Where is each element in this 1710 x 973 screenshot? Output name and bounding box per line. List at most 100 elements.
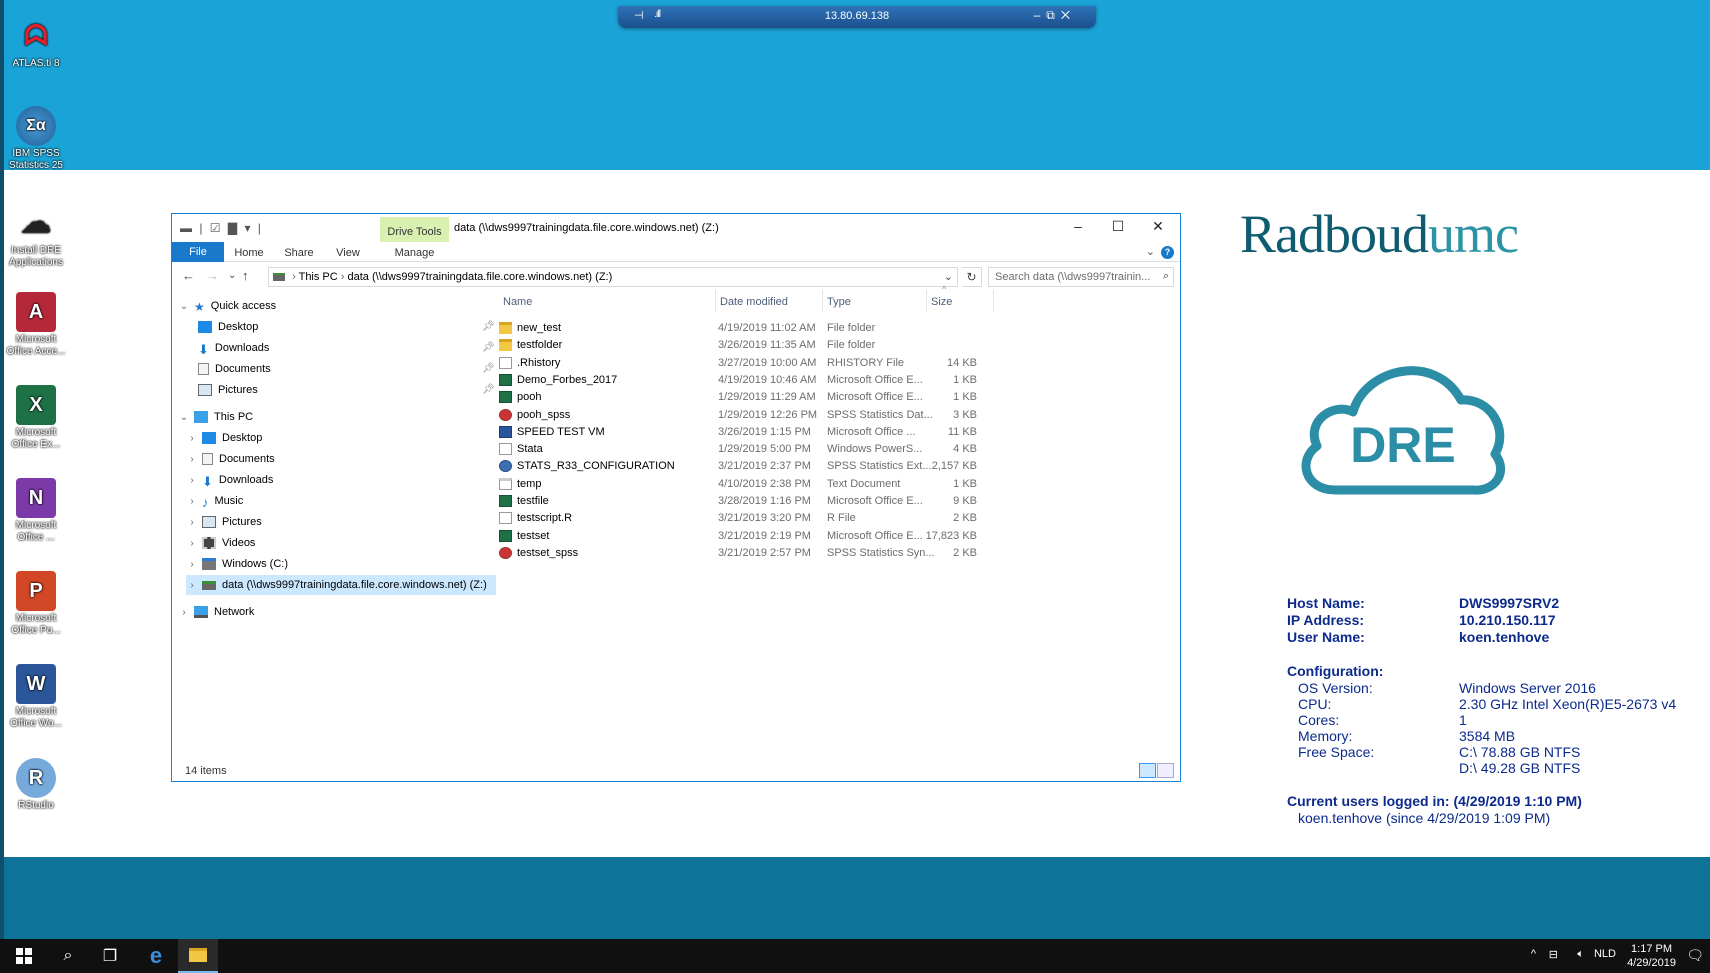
desktop-icon-atlas-ti[interactable]: ᗣ ATLAS.ti 8 — [0, 16, 72, 70]
file-row[interactable]: STATS_R33_CONFIGURATION 3/21/2019 2:37 PM… — [499, 457, 1019, 476]
desktop-icon-onenote[interactable]: N Microsoft Office ... — [0, 478, 72, 544]
file-row[interactable]: testfolder 3/26/2019 11:35 AM File folder — [499, 336, 1019, 355]
address-dropdown-icon[interactable]: ⌄ — [944, 270, 953, 283]
file-row[interactable]: .Rhistory 3/27/2019 10:00 AM RHISTORY File… — [499, 354, 1019, 373]
nav-pc-music[interactable]: › ♪ Music — [186, 491, 243, 511]
nav-quick-downloads[interactable]: ⬇ Downloads — [194, 338, 269, 358]
status-item-count: 14 items — [185, 765, 227, 777]
chevron-right-icon[interactable]: › — [186, 475, 198, 486]
file-row[interactable]: SPEED TEST VM 3/26/2019 1:15 PM Microsoft … — [499, 423, 1019, 442]
maximize-button[interactable]: ☐ — [1098, 218, 1138, 238]
tab-manage[interactable]: Manage — [380, 244, 449, 262]
tab-home[interactable]: Home — [226, 244, 272, 262]
title-bar[interactable]: ▬ | ☑ ▇ ▾ | Drive Tools data (\\dws9997t… — [172, 214, 1180, 242]
nav-quick-desktop[interactable]: Desktop — [194, 317, 258, 337]
volume-icon[interactable]: 🔈︎ — [1577, 948, 1584, 961]
action-center-icon[interactable]: 🗨︎ — [1686, 947, 1704, 964]
file-date-modified: 1/29/2019 5:00 PM — [718, 443, 811, 456]
quick-access-toolbar[interactable]: ▬ | ☑ ▇ ▾ | — [180, 221, 263, 235]
nav-pc-downloads[interactable]: › ⬇ Downloads — [186, 470, 273, 490]
file-name: new_test — [517, 322, 562, 334]
large-icons-view-button[interactable] — [1157, 763, 1174, 778]
file-row[interactable]: testfile 3/28/2019 1:16 PM Microsoft Offic… — [499, 492, 1019, 511]
pin-icon[interactable]: 📌︎ — [482, 342, 495, 353]
desktop-icon-excel[interactable]: X Microsoft Office Ex... — [0, 385, 72, 451]
nav-quick-documents[interactable]: Documents — [194, 359, 271, 379]
desktop-icon-install-dre[interactable]: ☁ Install DRE Applications — [0, 203, 72, 269]
search-button[interactable]: ⌕ — [48, 939, 88, 973]
nav-pc-documents[interactable]: › Documents — [186, 449, 275, 469]
nav-quick-pictures[interactable]: Pictures — [194, 380, 258, 400]
column-header-type[interactable]: Type — [823, 290, 927, 312]
start-button[interactable] — [4, 939, 44, 973]
rdp-window-controls[interactable]: –​⧉​✕ — [1034, 8, 1076, 23]
pin-icon[interactable]: 📌︎ — [482, 321, 495, 332]
file-row[interactable]: Stata 1/29/2019 5:00 PM Windows PowerS... 4… — [499, 440, 1019, 459]
up-button[interactable]: ↑ — [242, 268, 249, 283]
input-language[interactable]: NLD — [1594, 948, 1616, 960]
chevron-right-icon[interactable]: › — [186, 433, 198, 444]
tab-view[interactable]: View — [326, 244, 370, 262]
show-hidden-icons-icon[interactable]: ^ — [1531, 948, 1536, 960]
nav-network[interactable]: › Network — [178, 602, 254, 622]
nav-pc-windows-c[interactable]: › Windows (C:) — [186, 554, 288, 574]
search-placeholder: Search data (\\dws9997trainin... — [995, 271, 1151, 283]
tab-share[interactable]: Share — [274, 244, 324, 262]
file-row[interactable]: testset_spss 3/21/2019 2:57 PM SPSS Statis… — [499, 544, 1019, 563]
pin-icon[interactable]: 📌︎ — [482, 363, 495, 374]
chevron-down-icon[interactable]: ⌄ — [178, 301, 190, 312]
host-name-value: DWS9997SRV2 — [1459, 595, 1560, 611]
minimize-button[interactable]: – — [1058, 218, 1098, 238]
file-size: 2,157 KB — [931, 460, 977, 473]
file-row[interactable]: new_test 4/19/2019 11:02 AM File folder — [499, 319, 1019, 338]
forward-button[interactable]: → — [206, 268, 219, 283]
expand-ribbon-icon[interactable]: ⌄ — [1146, 246, 1155, 258]
column-header-date-modified[interactable]: Date modified — [716, 290, 823, 312]
column-header-name[interactable]: Name — [499, 290, 716, 312]
desktop-icon-word[interactable]: W Microsoft Office Wo... — [0, 664, 72, 730]
tab-file[interactable]: File — [172, 242, 224, 262]
column-header-size[interactable]: Size — [927, 290, 994, 312]
file-row[interactable]: Demo_Forbes_2017 4/19/2019 10:46 AM Micros… — [499, 371, 1019, 390]
file-row[interactable]: pooh_spss 1/29/2019 12:26 PM SPSS Statisti… — [499, 406, 1019, 425]
nav-this-pc[interactable]: ⌄ This PC — [178, 407, 253, 427]
free-space-d-value: D:\ 49.28 GB NTFS — [1459, 760, 1581, 776]
network-status-icon[interactable]: ⊟ — [1549, 948, 1558, 961]
nav-pc-desktop[interactable]: › Desktop — [186, 428, 262, 448]
back-button[interactable]: ← — [182, 268, 195, 283]
file-row[interactable]: testscript.R 3/21/2019 3:20 PM R File 2 KB — [499, 509, 1019, 528]
file-row[interactable]: pooh 1/29/2019 11:29 AM Microsoft Office E… — [499, 388, 1019, 407]
chevron-right-icon[interactable]: › — [186, 496, 198, 507]
system-clock[interactable]: 1:17 PM 4/29/2019 — [1627, 942, 1676, 970]
chevron-right-icon[interactable]: › — [178, 607, 190, 618]
breadcrumb-drive[interactable]: data (\\dws9997trainingdata.file.core.wi… — [348, 271, 613, 283]
details-view-button[interactable] — [1139, 763, 1156, 778]
desktop-icon-rstudio[interactable]: R RStudio — [0, 758, 72, 812]
breadcrumb-this-pc[interactable]: This PC — [299, 271, 338, 283]
pin-icon[interactable]: 📌︎ — [482, 384, 495, 395]
current-users-value: koen.tenhove (since 4/29/2019 1:09 PM) — [1298, 810, 1551, 826]
file-row[interactable]: temp 4/10/2019 2:38 PM Text Document 1 KB — [499, 475, 1019, 494]
file-explorer-taskbar-button[interactable] — [178, 939, 218, 973]
nav-pc-pictures[interactable]: › Pictures — [186, 512, 262, 532]
nav-quick-access[interactable]: ⌄ ★ Quick access — [178, 296, 276, 316]
help-icon[interactable]: ? — [1161, 246, 1174, 259]
file-type: Text Document — [827, 477, 901, 490]
desktop-icon-spss[interactable]: Σα IBM SPSS Statistics 25 — [0, 106, 72, 172]
desktop-icon-access[interactable]: A Microsoft Office Acce... — [0, 292, 72, 358]
chevron-right-icon[interactable]: › — [186, 580, 198, 591]
chevron-right-icon[interactable]: › — [186, 517, 198, 528]
desktop-icon-powerpoint[interactable]: P Microsoft Office Po... — [0, 571, 72, 637]
chevron-right-icon[interactable]: › — [186, 454, 198, 465]
file-name: Demo_Forbes_2017 — [517, 373, 618, 386]
nav-pc-videos[interactable]: › Videos — [186, 533, 255, 553]
internet-explorer-button[interactable]: e — [136, 939, 176, 973]
chevron-down-icon[interactable]: ⌄ — [178, 412, 190, 423]
chevron-right-icon[interactable]: › — [186, 538, 198, 549]
nav-pc-data-drive[interactable]: › data (\\dws9997trainingdata.file.core.… — [186, 575, 496, 595]
file-row[interactable]: testset 3/21/2019 2:19 PM Microsoft Office… — [499, 527, 1019, 546]
recent-locations-chevron-icon[interactable]: ⌄ — [228, 270, 236, 281]
chevron-right-icon[interactable]: › — [186, 559, 198, 570]
task-view-button[interactable]: ❐ — [90, 939, 130, 973]
close-button[interactable]: ✕ — [1138, 218, 1178, 238]
